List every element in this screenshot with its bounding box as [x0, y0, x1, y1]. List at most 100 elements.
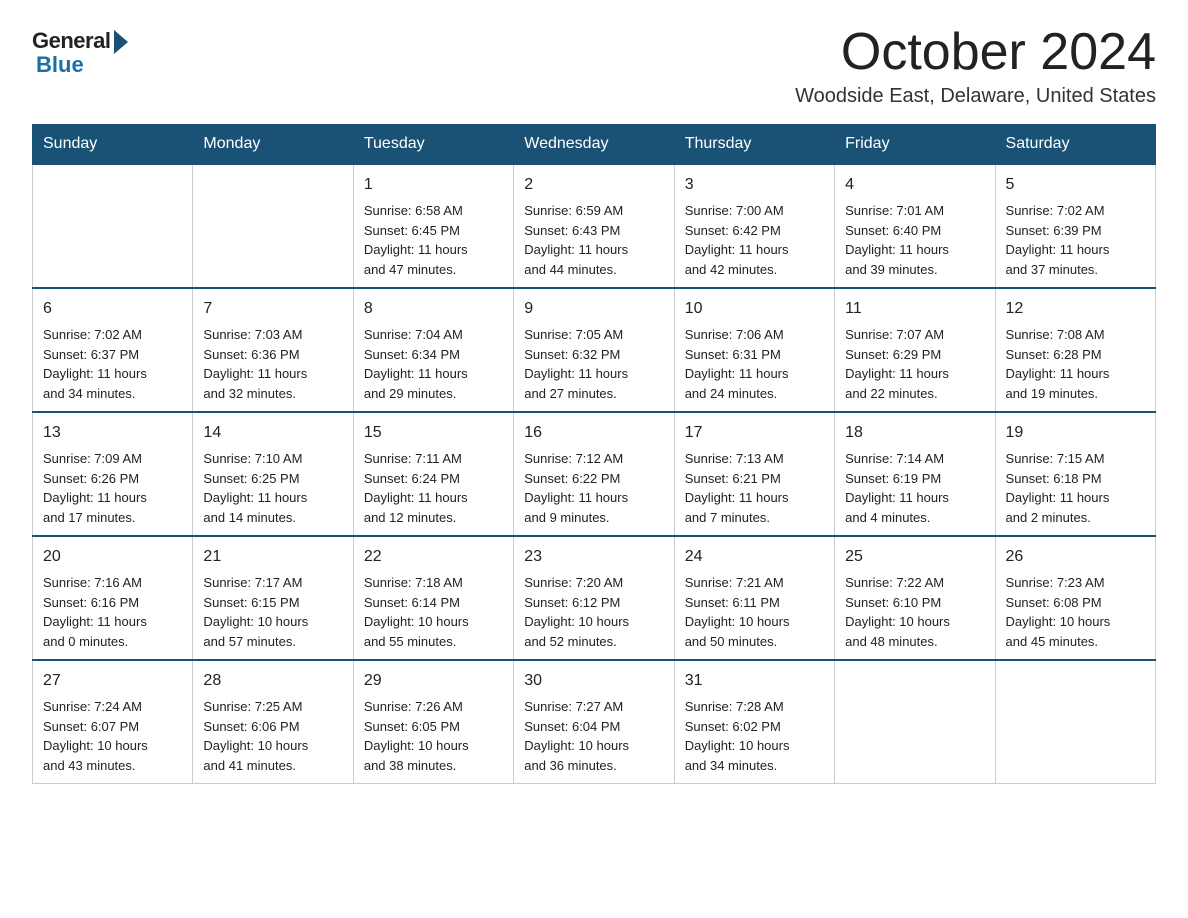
calendar-table: SundayMondayTuesdayWednesdayThursdayFrid…: [32, 124, 1156, 784]
cell-info-line: Daylight: 10 hours: [43, 738, 148, 753]
cell-info-line: Daylight: 10 hours: [203, 614, 308, 629]
cell-info-line: and 42 minutes.: [685, 262, 778, 277]
cell-info-line: Daylight: 11 hours: [364, 242, 468, 257]
cell-info-line: and 4 minutes.: [845, 510, 930, 525]
day-number: 22: [364, 545, 503, 569]
cell-info-line: Sunrise: 7:26 AM: [364, 699, 463, 714]
cell-info-line: and 39 minutes.: [845, 262, 938, 277]
cell-info-line: Sunset: 6:05 PM: [364, 719, 460, 734]
cell-info-line: Sunrise: 7:16 AM: [43, 575, 142, 590]
calendar-week-row: 1Sunrise: 6:58 AMSunset: 6:45 PMDaylight…: [33, 164, 1156, 288]
cell-info-line: and 37 minutes.: [1006, 262, 1099, 277]
calendar-cell: 23Sunrise: 7:20 AMSunset: 6:12 PMDayligh…: [514, 536, 674, 660]
cell-info-line: and 17 minutes.: [43, 510, 136, 525]
cell-info-line: Daylight: 10 hours: [685, 738, 790, 753]
cell-info-line: and 19 minutes.: [1006, 386, 1099, 401]
cell-info-line: Daylight: 11 hours: [43, 614, 147, 629]
cell-info-line: Daylight: 11 hours: [1006, 490, 1110, 505]
weekday-header-wednesday: Wednesday: [514, 125, 674, 165]
cell-info-line: and 41 minutes.: [203, 758, 296, 773]
calendar-cell: 1Sunrise: 6:58 AMSunset: 6:45 PMDaylight…: [353, 164, 513, 288]
cell-info-line: Sunrise: 7:23 AM: [1006, 575, 1105, 590]
cell-info-line: Sunset: 6:02 PM: [685, 719, 781, 734]
weekday-header-sunday: Sunday: [33, 125, 193, 165]
calendar-cell: 17Sunrise: 7:13 AMSunset: 6:21 PMDayligh…: [674, 412, 834, 536]
cell-info-line: Sunrise: 6:58 AM: [364, 203, 463, 218]
calendar-week-row: 13Sunrise: 7:09 AMSunset: 6:26 PMDayligh…: [33, 412, 1156, 536]
calendar-header-row: SundayMondayTuesdayWednesdayThursdayFrid…: [33, 125, 1156, 165]
day-number: 3: [685, 173, 824, 197]
calendar-cell: 30Sunrise: 7:27 AMSunset: 6:04 PMDayligh…: [514, 660, 674, 784]
cell-info-line: and 50 minutes.: [685, 634, 778, 649]
cell-info-line: and 22 minutes.: [845, 386, 938, 401]
day-number: 31: [685, 669, 824, 693]
cell-info-line: Daylight: 11 hours: [203, 490, 307, 505]
cell-info-line: Sunset: 6:28 PM: [1006, 347, 1102, 362]
day-number: 24: [685, 545, 824, 569]
cell-info-line: Sunrise: 7:22 AM: [845, 575, 944, 590]
cell-info-line: Sunrise: 7:07 AM: [845, 327, 944, 342]
cell-info-line: and 27 minutes.: [524, 386, 617, 401]
day-number: 13: [43, 421, 182, 445]
logo: General Blue: [32, 28, 128, 78]
day-number: 28: [203, 669, 342, 693]
cell-info-line: Sunrise: 7:06 AM: [685, 327, 784, 342]
cell-info-line: Daylight: 10 hours: [364, 614, 469, 629]
cell-info-line: Daylight: 11 hours: [364, 366, 468, 381]
cell-info-line: Sunrise: 7:11 AM: [364, 451, 462, 466]
cell-info-line: Sunrise: 7:13 AM: [685, 451, 784, 466]
day-number: 9: [524, 297, 663, 321]
cell-info-line: Sunrise: 7:21 AM: [685, 575, 784, 590]
cell-info-line: and 14 minutes.: [203, 510, 296, 525]
day-number: 19: [1006, 421, 1145, 445]
cell-info-line: Sunset: 6:15 PM: [203, 595, 299, 610]
calendar-cell: 3Sunrise: 7:00 AMSunset: 6:42 PMDaylight…: [674, 164, 834, 288]
calendar-cell: [835, 660, 995, 784]
calendar-cell: 16Sunrise: 7:12 AMSunset: 6:22 PMDayligh…: [514, 412, 674, 536]
cell-info-line: Sunset: 6:36 PM: [203, 347, 299, 362]
cell-info-line: Sunrise: 7:10 AM: [203, 451, 302, 466]
day-number: 14: [203, 421, 342, 445]
cell-info-line: Sunset: 6:31 PM: [685, 347, 781, 362]
cell-info-line: Daylight: 10 hours: [364, 738, 469, 753]
calendar-cell: [193, 164, 353, 288]
logo-blue-text: Blue: [32, 52, 84, 78]
page-header: General Blue October 2024 Woodside East,…: [32, 24, 1156, 108]
day-number: 6: [43, 297, 182, 321]
cell-info-line: Sunset: 6:24 PM: [364, 471, 460, 486]
cell-info-line: Daylight: 10 hours: [685, 614, 790, 629]
cell-info-line: and 44 minutes.: [524, 262, 617, 277]
day-number: 20: [43, 545, 182, 569]
cell-info-line: Daylight: 11 hours: [1006, 366, 1110, 381]
logo-general-text: General: [32, 28, 110, 54]
calendar-week-row: 20Sunrise: 7:16 AMSunset: 6:16 PMDayligh…: [33, 536, 1156, 660]
cell-info-line: and 57 minutes.: [203, 634, 296, 649]
calendar-week-row: 27Sunrise: 7:24 AMSunset: 6:07 PMDayligh…: [33, 660, 1156, 784]
cell-info-line: Daylight: 10 hours: [845, 614, 950, 629]
cell-info-line: Daylight: 11 hours: [845, 490, 949, 505]
cell-info-line: Sunset: 6:26 PM: [43, 471, 139, 486]
cell-info-line: Daylight: 10 hours: [1006, 614, 1111, 629]
title-block: October 2024 Woodside East, Delaware, Un…: [795, 24, 1156, 108]
logo-arrow-icon: [114, 30, 128, 54]
cell-info-line: Daylight: 11 hours: [685, 366, 789, 381]
cell-info-line: Daylight: 11 hours: [845, 366, 949, 381]
calendar-week-row: 6Sunrise: 7:02 AMSunset: 6:37 PMDaylight…: [33, 288, 1156, 412]
calendar-cell: 6Sunrise: 7:02 AMSunset: 6:37 PMDaylight…: [33, 288, 193, 412]
cell-info-line: and 29 minutes.: [364, 386, 457, 401]
cell-info-line: and 12 minutes.: [364, 510, 457, 525]
cell-info-line: Sunset: 6:04 PM: [524, 719, 620, 734]
cell-info-line: Sunset: 6:06 PM: [203, 719, 299, 734]
calendar-cell: 24Sunrise: 7:21 AMSunset: 6:11 PMDayligh…: [674, 536, 834, 660]
calendar-cell: 27Sunrise: 7:24 AMSunset: 6:07 PMDayligh…: [33, 660, 193, 784]
cell-info-line: Sunrise: 7:18 AM: [364, 575, 463, 590]
cell-info-line: and 34 minutes.: [43, 386, 136, 401]
calendar-cell: [33, 164, 193, 288]
calendar-cell: 21Sunrise: 7:17 AMSunset: 6:15 PMDayligh…: [193, 536, 353, 660]
day-number: 17: [685, 421, 824, 445]
calendar-cell: 29Sunrise: 7:26 AMSunset: 6:05 PMDayligh…: [353, 660, 513, 784]
cell-info-line: and 2 minutes.: [1006, 510, 1091, 525]
day-number: 2: [524, 173, 663, 197]
cell-info-line: Daylight: 10 hours: [524, 614, 629, 629]
cell-info-line: and 45 minutes.: [1006, 634, 1099, 649]
